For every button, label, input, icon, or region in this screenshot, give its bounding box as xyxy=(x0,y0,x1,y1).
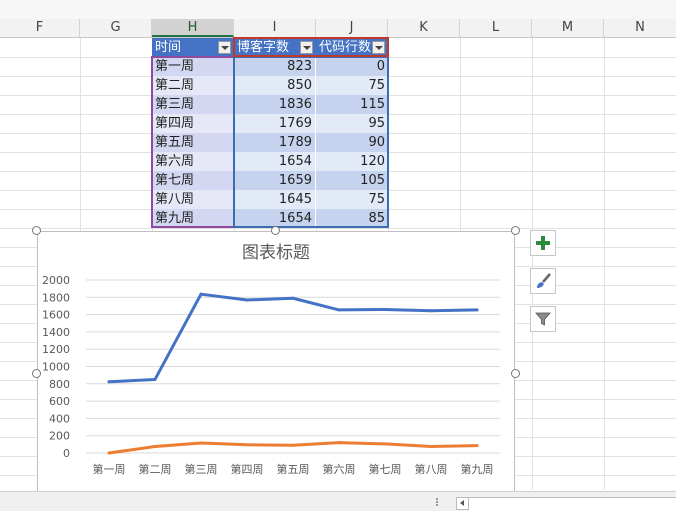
data-point xyxy=(153,377,157,381)
row-gridline xyxy=(0,228,676,229)
column-header-f[interactable]: F xyxy=(0,19,80,37)
chart-filters-button[interactable] xyxy=(530,306,556,332)
data-point xyxy=(337,308,341,312)
y-tick-label: 1200 xyxy=(42,343,70,356)
table-cell[interactable]: 第八周 xyxy=(152,190,234,209)
data-point xyxy=(291,443,295,447)
chart-title: 图表标题 xyxy=(242,243,310,263)
data-point xyxy=(245,298,249,302)
column-header-j[interactable]: J xyxy=(316,19,388,37)
y-tick-label: 400 xyxy=(49,412,70,425)
line-chart[interactable]: 图表标题 0 200 400 600 800 1000 1200 1400 1600 1800 200… xyxy=(37,231,515,493)
x-tick-label: 第七周 xyxy=(369,462,402,476)
table-cell[interactable]: 105 xyxy=(316,171,388,190)
data-point xyxy=(107,380,111,384)
x-tick-label: 第九周 xyxy=(461,462,494,476)
filter-dropdown-button[interactable] xyxy=(218,41,231,54)
table-cell[interactable]: 850 xyxy=(234,76,316,95)
data-point xyxy=(245,443,249,447)
table-cell[interactable]: 第四周 xyxy=(152,114,234,133)
table-cell[interactable]: 1836 xyxy=(234,95,316,114)
chart-elements-button[interactable] xyxy=(530,230,556,256)
column-header-g[interactable]: G xyxy=(80,19,152,37)
filter-dropdown-button[interactable] xyxy=(300,41,313,54)
data-point xyxy=(383,307,387,311)
data-point xyxy=(337,441,341,445)
table-cell[interactable]: 95 xyxy=(316,114,388,133)
formula-bar-area xyxy=(0,0,676,20)
column-header-i[interactable]: I xyxy=(234,19,316,37)
table-cell[interactable]: 120 xyxy=(316,152,388,171)
table-cell[interactable]: 0 xyxy=(316,57,388,76)
table-cell[interactable]: 1659 xyxy=(234,171,316,190)
column-gridline xyxy=(604,38,605,490)
column-header-k[interactable]: K xyxy=(388,19,460,37)
data-point xyxy=(199,441,203,445)
y-tick-label: 200 xyxy=(49,430,70,443)
table-cell[interactable]: 第五周 xyxy=(152,133,234,152)
table-cell[interactable]: 第七周 xyxy=(152,171,234,190)
y-tick-label: 1600 xyxy=(42,309,70,322)
y-tick-label: 800 xyxy=(49,378,70,391)
resize-handle-right[interactable] xyxy=(511,369,520,378)
x-tick-label: 第八周 xyxy=(415,462,448,476)
table-cell[interactable]: 823 xyxy=(234,57,316,76)
table-cell[interactable]: 1654 xyxy=(234,152,316,171)
x-tick-label: 第三周 xyxy=(185,462,218,476)
data-point xyxy=(429,309,433,313)
data-point xyxy=(475,444,479,448)
table-cell[interactable]: 第九周 xyxy=(152,209,234,228)
y-tick-label: 1800 xyxy=(42,291,70,304)
data-point xyxy=(291,296,295,300)
table-cell[interactable]: 1645 xyxy=(234,190,316,209)
table-cell[interactable]: 75 xyxy=(316,76,388,95)
brush-icon xyxy=(537,273,551,288)
column-header-bar: F G H I J K L M N xyxy=(0,19,676,38)
table-cell[interactable]: 第二周 xyxy=(152,76,234,95)
column-gridline xyxy=(532,38,533,490)
x-tick-label: 第六周 xyxy=(323,462,356,476)
series-line-1 xyxy=(107,292,479,384)
resize-handle-top[interactable] xyxy=(271,226,280,235)
y-tick-label: 2000 xyxy=(42,274,70,287)
x-tick-label: 第五周 xyxy=(277,462,310,476)
data-point xyxy=(153,445,157,449)
data-point xyxy=(475,308,479,312)
split-handle[interactable] xyxy=(436,497,440,509)
table-cell[interactable]: 第六周 xyxy=(152,152,234,171)
y-tick-label: 600 xyxy=(49,395,70,408)
x-tick-label: 第四周 xyxy=(231,462,264,476)
table-cell[interactable]: 75 xyxy=(316,190,388,209)
table-cell[interactable]: 第一周 xyxy=(152,57,234,76)
chart-canvas: 图表标题 0 200 400 600 800 1000 1200 1400 1600 1800 200… xyxy=(42,243,500,476)
resize-handle-top-left[interactable] xyxy=(32,226,41,235)
column-header-n[interactable]: N xyxy=(604,19,676,37)
column-header-h[interactable]: H xyxy=(152,19,234,37)
table-cell[interactable]: 90 xyxy=(316,133,388,152)
column-header-m[interactable]: M xyxy=(532,19,604,37)
scroll-left-button[interactable] xyxy=(456,497,469,510)
resize-handle-top-right[interactable] xyxy=(511,226,520,235)
y-tick-label: 1400 xyxy=(42,326,70,339)
x-tick-label: 第二周 xyxy=(139,462,172,476)
filter-icon xyxy=(535,312,551,326)
data-point xyxy=(199,292,203,296)
y-tick-label: 1000 xyxy=(42,361,70,374)
resize-handle-left[interactable] xyxy=(32,369,41,378)
table-cell[interactable]: 85 xyxy=(316,209,388,228)
chart-styles-button[interactable] xyxy=(530,268,556,294)
data-point xyxy=(107,451,111,455)
data-point xyxy=(429,445,433,449)
table-cell[interactable]: 第三周 xyxy=(152,95,234,114)
plus-icon xyxy=(536,236,550,250)
filter-dropdown-button[interactable] xyxy=(372,41,385,54)
table-cell[interactable]: 115 xyxy=(316,95,388,114)
x-tick-label: 第一周 xyxy=(93,462,126,476)
table-cell[interactable]: 1789 xyxy=(234,133,316,152)
table-cell[interactable]: 1769 xyxy=(234,114,316,133)
horizontal-scrollbar[interactable] xyxy=(469,497,676,511)
y-tick-label: 0 xyxy=(63,447,70,460)
data-point xyxy=(383,442,387,446)
column-header-l[interactable]: L xyxy=(460,19,532,37)
